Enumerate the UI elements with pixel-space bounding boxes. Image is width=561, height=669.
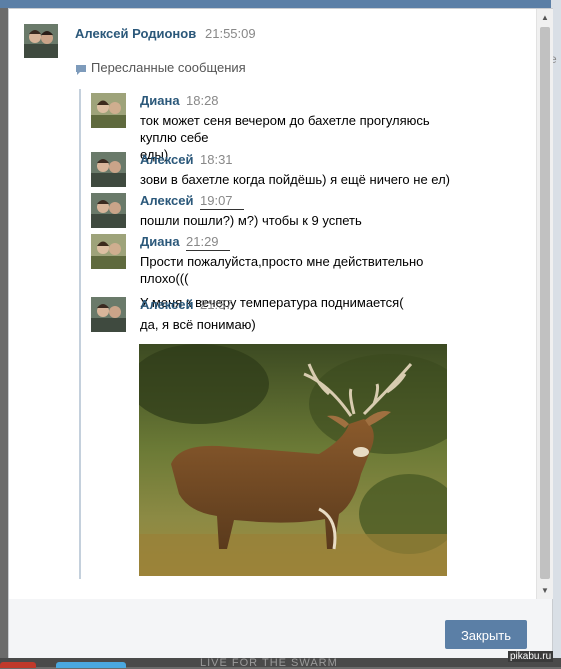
message-line: Прости пожалуйста,просто мне действитель… — [140, 254, 424, 286]
message-time: 18:31 — [200, 152, 233, 167]
sender-name[interactable]: Алексей Родионов — [75, 26, 196, 41]
message-author[interactable]: Алексей — [140, 193, 194, 208]
message-time: 21:37 — [200, 297, 233, 312]
message-author[interactable]: Диана — [140, 93, 180, 108]
message-line: ток может сеня вечером до бахетле прогул… — [140, 113, 430, 145]
message-line: да, я всё понимаю) — [140, 317, 256, 332]
watermark: pikabu.ru — [508, 651, 554, 662]
forward-message-icon — [76, 65, 86, 75]
dialog-content: Алексей Родионов 21:55:09 Пересланные со… — [9, 9, 536, 599]
scroll-down-icon[interactable]: ▼ — [537, 583, 553, 599]
message-text: да, я всё понимаю) — [140, 316, 470, 333]
message-time: 18:28 — [186, 93, 219, 108]
page-header-strip — [0, 0, 561, 8]
message-author[interactable]: Диана — [140, 234, 180, 249]
message-author[interactable]: Алексей — [140, 152, 194, 167]
scrollbar[interactable]: ▲ ▼ — [536, 9, 553, 599]
forwarded-quote-bar — [79, 89, 81, 579]
message-text: пошли пошли?) м?) чтобы к 9 успеть — [140, 212, 470, 229]
message-time: 19:07 — [200, 193, 244, 210]
message-author[interactable]: Алексей — [140, 297, 194, 312]
avatar[interactable] — [91, 234, 126, 269]
sender-time: 21:55:09 — [205, 26, 256, 41]
avatar[interactable] — [91, 193, 126, 228]
message-time: 21:29 — [186, 234, 230, 251]
scrollbar-thumb[interactable] — [540, 27, 550, 579]
background-banner-text: LIVE FOR THE SWARM — [200, 657, 338, 669]
background-tab — [0, 662, 36, 668]
forwarded-messages-label: Пересланные сообщения — [91, 60, 246, 75]
background-tab — [56, 662, 126, 668]
forwarded-messages-dialog: Алексей Родионов 21:55:09 Пересланные со… — [8, 8, 553, 660]
avatar[interactable] — [91, 93, 126, 128]
sender-avatar[interactable] — [24, 24, 58, 58]
deer-photo[interactable] — [139, 344, 447, 576]
scroll-up-icon[interactable]: ▲ — [537, 10, 553, 26]
message-line: зови в бахетле когда пойдёшь) я ещё ниче… — [140, 172, 451, 187]
close-button[interactable]: Закрыть — [445, 620, 527, 649]
avatar[interactable] — [91, 297, 126, 332]
message-line: пошли пошли?) м?) чтобы к 9 успеть — [140, 213, 362, 228]
avatar[interactable] — [91, 152, 126, 187]
message-text: зови в бахетле когда пойдёшь) я ещё ниче… — [140, 171, 470, 188]
